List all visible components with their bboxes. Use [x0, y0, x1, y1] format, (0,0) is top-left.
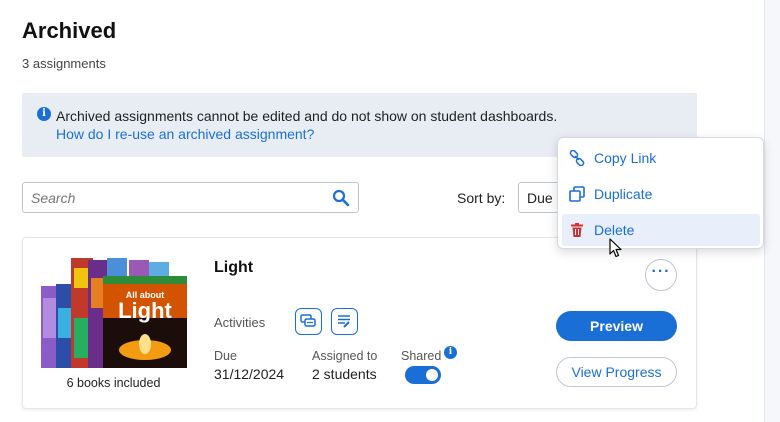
assigned-label: Assigned to	[312, 349, 378, 363]
worksheet-activity-icon	[338, 315, 350, 328]
preview-button[interactable]: Preview	[556, 311, 677, 341]
menu-item-duplicate[interactable]: Duplicate	[562, 178, 760, 210]
shared-toggle[interactable]	[405, 366, 441, 384]
page-title: Archived	[22, 18, 117, 43]
toggle-knob	[426, 369, 438, 381]
search-input[interactable]	[31, 183, 321, 212]
assignment-card: All about Light 6 books included Light A…	[22, 237, 697, 409]
assigned-count: 2 students	[312, 366, 377, 382]
link-icon	[569, 150, 585, 166]
trash-icon	[571, 223, 583, 237]
menu-item-delete[interactable]: Delete	[562, 214, 760, 246]
mouse-cursor-icon	[609, 238, 622, 258]
menu-item-label: Delete	[594, 222, 635, 238]
menu-item-copy-link[interactable]: Copy Link	[562, 142, 760, 174]
worksheet-activity-button[interactable]	[331, 308, 358, 335]
assignment-title: Light	[214, 259, 254, 276]
reuse-help-link[interactable]: How do I re-use an archived assignment?	[56, 126, 314, 142]
info-icon: i	[37, 107, 51, 121]
menu-item-label: Copy Link	[594, 150, 657, 166]
chat-activity-button[interactable]	[295, 308, 322, 335]
book-stack-image: All about Light	[41, 258, 187, 368]
shared-label: Shared	[401, 349, 442, 363]
shared-info-icon[interactable]: i	[444, 346, 457, 359]
scrollbar-track[interactable]	[764, 0, 780, 422]
view-progress-button[interactable]: View Progress	[556, 357, 677, 387]
cover-title-large: Light	[118, 298, 172, 323]
search-box[interactable]	[22, 182, 359, 213]
info-text: Archived assignments cannot be edited an…	[56, 108, 558, 124]
books-caption: 6 books included	[66, 376, 161, 390]
options-menu: Copy Link Duplicate Delete	[557, 137, 764, 249]
chat-activity-icon	[300, 314, 316, 327]
due-label: Due	[214, 349, 237, 363]
more-options-button[interactable]: ···	[645, 259, 677, 291]
menu-item-label: Duplicate	[594, 186, 653, 202]
due-date: 31/12/2024	[214, 366, 285, 382]
book-covers: All about Light	[41, 258, 189, 374]
activities-label: Activities	[214, 315, 266, 330]
assignment-count: 3 assignments	[22, 56, 106, 71]
search-icon[interactable]	[332, 189, 350, 207]
duplicate-icon	[569, 186, 585, 202]
sort-label: Sort by:	[457, 190, 506, 206]
